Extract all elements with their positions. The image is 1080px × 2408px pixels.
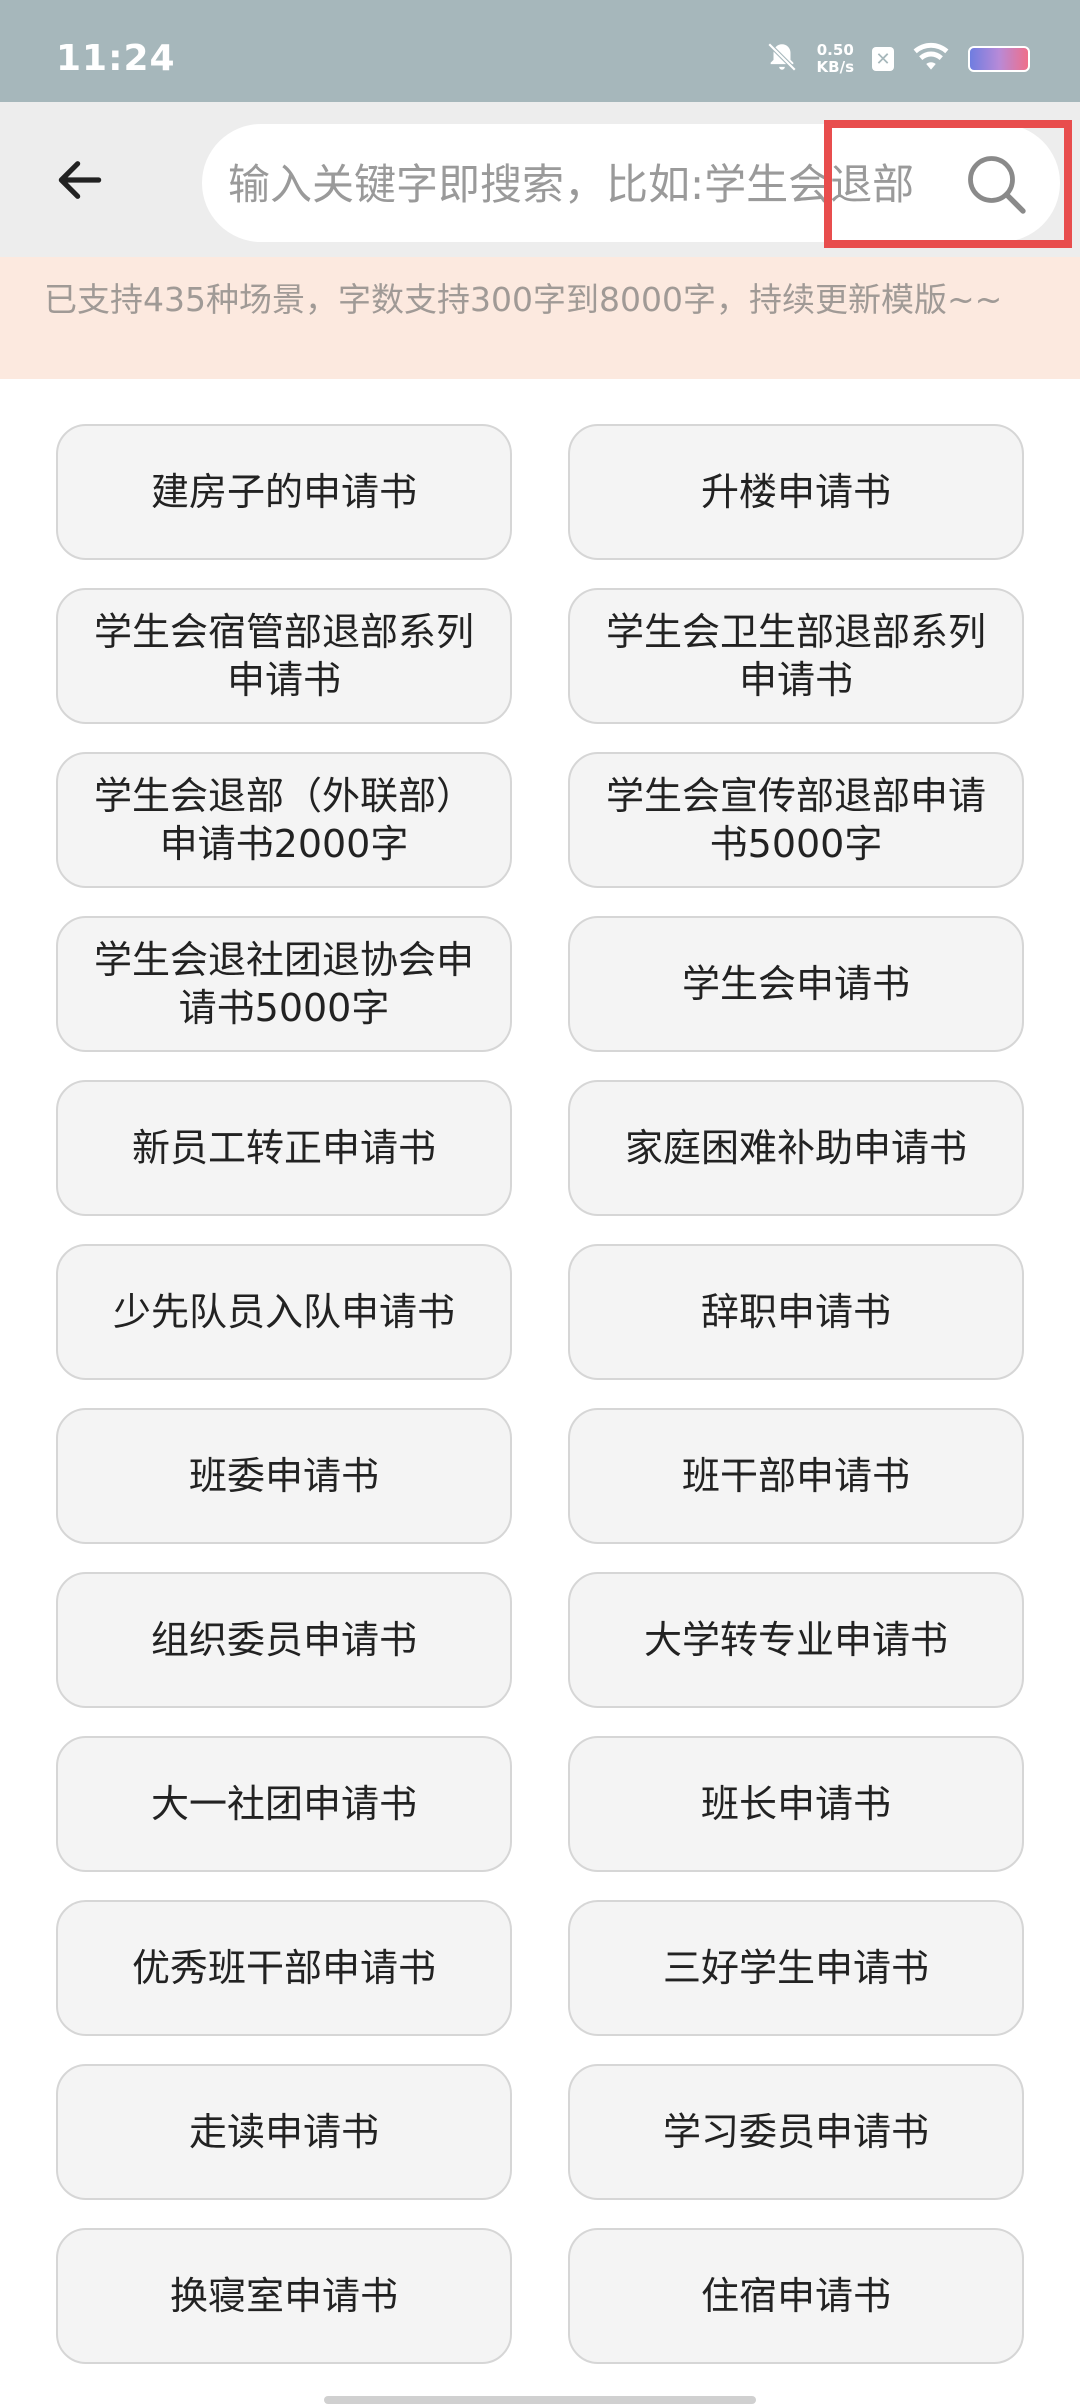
search-icon[interactable] — [960, 148, 1032, 220]
template-button[interactable]: 优秀班干部申请书 — [56, 1900, 512, 2036]
x-box-icon: ✕ — [872, 47, 894, 71]
template-grid: 建房子的申请书 升楼申请书 学生会宿管部退部系列申请书 学生会卫生部退部系列申请书 学生… — [56, 424, 1024, 2364]
template-button[interactable]: 学生会宿管部退部系列申请书 — [56, 588, 512, 724]
template-button[interactable]: 三好学生申请书 — [568, 1900, 1024, 2036]
template-button[interactable]: 学生会退部（外联部）申请书2000字 — [56, 752, 512, 888]
template-button[interactable]: 大一社团申请书 — [56, 1736, 512, 1872]
back-button[interactable] — [48, 148, 112, 212]
status-time: 11:24 — [56, 38, 176, 79]
status-bar: 11:24 0.50 KB/s ✕ — [0, 0, 1080, 102]
net-speed: 0.50 KB/s — [817, 42, 854, 76]
template-button[interactable]: 学生会退社团退协会申请书5000字 — [56, 916, 512, 1052]
template-button[interactable]: 新员工转正申请书 — [56, 1080, 512, 1216]
battery-icon — [968, 46, 1030, 72]
template-button[interactable]: 学生会宣传部退部申请书5000字 — [568, 752, 1024, 888]
net-speed-value: 0.50 — [816, 41, 854, 59]
template-button[interactable]: 住宿申请书 — [568, 2228, 1024, 2364]
template-button[interactable]: 升楼申请书 — [568, 424, 1024, 560]
template-button[interactable]: 学生会卫生部退部系列申请书 — [568, 588, 1024, 724]
template-button[interactable]: 大学转专业申请书 — [568, 1572, 1024, 1708]
template-button[interactable]: 少先队员入队申请书 — [56, 1244, 512, 1380]
template-button[interactable]: 班干部申请书 — [568, 1408, 1024, 1544]
template-button[interactable]: 建房子的申请书 — [56, 424, 512, 560]
template-button[interactable]: 家庭困难补助申请书 — [568, 1080, 1024, 1216]
template-button[interactable]: 班长申请书 — [568, 1736, 1024, 1872]
template-button[interactable]: 学习委员申请书 — [568, 2064, 1024, 2200]
template-button[interactable]: 学生会申请书 — [568, 916, 1024, 1052]
notice-banner: 已支持435种场景，字数支持300字到8000字，持续更新模版~~ — [0, 257, 1080, 379]
template-button[interactable]: 组织委员申请书 — [56, 1572, 512, 1708]
template-button[interactable]: 走读申请书 — [56, 2064, 512, 2200]
home-indicator — [324, 2396, 756, 2404]
net-speed-unit: KB/s — [816, 58, 854, 76]
template-button[interactable]: 班委申请书 — [56, 1408, 512, 1544]
search-highlight-frame — [824, 120, 1072, 248]
template-button[interactable]: 辞职申请书 — [568, 1244, 1024, 1380]
wifi-icon — [912, 42, 950, 76]
template-button[interactable]: 换寝室申请书 — [56, 2228, 512, 2364]
bell-off-icon — [765, 40, 799, 78]
status-icons: 0.50 KB/s ✕ — [765, 40, 1030, 78]
arrow-left-icon — [58, 161, 102, 199]
